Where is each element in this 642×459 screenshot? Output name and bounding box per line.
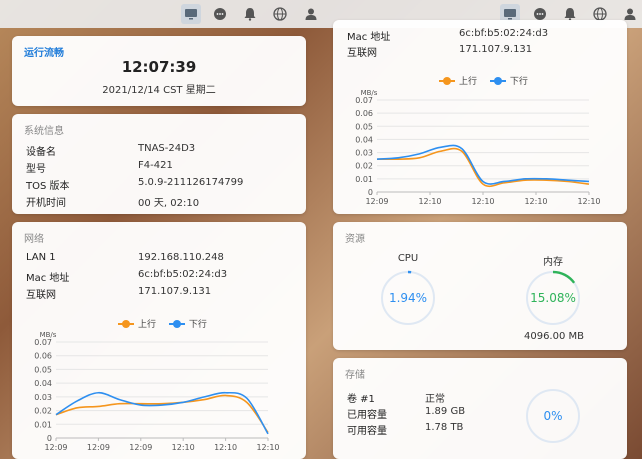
info-row: 设备名 TNAS-24D3: [26, 143, 296, 159]
info-value: 00 天, 02:10: [138, 198, 200, 209]
runtime-card: 运行流畅 12:07:39 2021/12/14 CST 星期二: [12, 36, 306, 106]
info-row: Mac 地址 6c:bf:b5:02:24:d3: [347, 28, 617, 44]
info-key: LAN 1: [26, 252, 56, 263]
storage-usage-value: 0%: [543, 409, 563, 423]
info-value: 5.0.9-211126174799: [138, 177, 244, 188]
x-tick-label: 12:10: [214, 443, 237, 452]
y-tick-label: 0.05: [355, 122, 373, 131]
legend-down-swatch: [168, 319, 185, 328]
info-key: 开机时间: [26, 198, 66, 209]
bell-icon[interactable]: [240, 4, 260, 24]
clock-time: 12:07:39: [121, 58, 197, 76]
info-value: 正常: [425, 394, 445, 405]
info-row: 已用容量 1.89 GB: [347, 406, 497, 422]
user-icon[interactable]: [301, 4, 321, 24]
y-tick-label: 0.01: [355, 175, 373, 184]
network-traffic-chart: MB/s00.010.020.030.040.050.060.0712:09 12…: [34, 331, 279, 452]
memory-label: 内存: [543, 257, 563, 268]
legend-up-swatch: [439, 76, 455, 85]
info-key: 卷 #1: [347, 394, 375, 405]
info-value: 171.107.9.131: [138, 286, 212, 297]
clock-date: 2021/12/14 CST 星期二: [102, 85, 216, 96]
network-card: 网络 LAN 1 192.168.110.248 Mac 地址 6c:bf:b5:0…: [12, 222, 306, 459]
cpu-value: 1.94%: [388, 291, 428, 305]
y-tick-label: 0.03: [34, 393, 52, 402]
x-tick-label: 12:10: [471, 197, 494, 206]
y-tick-label: 0: [47, 434, 52, 443]
legend-up-swatch: [118, 319, 134, 328]
y-tick-label: 0.06: [34, 352, 52, 361]
info-row: 可用容量 1.78 TB: [347, 422, 497, 438]
y-tick-label: 0.02: [355, 162, 373, 171]
info-row: 互联网 171.107.9.131: [26, 286, 296, 302]
y-tick-label: 0.02: [34, 407, 52, 416]
info-row: 卷 #1 正常: [347, 390, 497, 406]
info-value: 1.78 TB: [425, 422, 464, 433]
x-tick-label: 12:10: [524, 197, 547, 206]
x-tick-label: 12:09: [87, 443, 110, 452]
info-key: 已用容量: [347, 410, 387, 421]
info-key: 互联网: [347, 48, 377, 59]
info-value: TNAS-24D3: [138, 143, 196, 154]
cpu-label: CPU: [397, 253, 419, 264]
info-key: 可用容量: [347, 426, 387, 437]
y-tick-label: 0: [368, 188, 373, 197]
globe-icon[interactable]: [270, 4, 290, 24]
y-tick-label: 0.01: [34, 420, 52, 429]
y-tick-label: 0.04: [34, 379, 52, 388]
network-traffic-chart-right: MB/s00.010.020.030.040.050.060.0712:09 12…: [355, 89, 600, 206]
y-tick-label: 0.06: [355, 109, 373, 118]
x-tick-label: 12:10: [577, 197, 600, 206]
storage-title: 存储: [345, 370, 365, 381]
info-value: 1.89 GB: [425, 406, 466, 417]
y-tick-label: 0.07: [34, 338, 52, 347]
info-key: TOS 版本: [26, 181, 70, 192]
network-card-right: Mac 地址 6c:bf:b5:02:24:d3 互联网 171.107.9.131…: [333, 20, 627, 214]
x-tick-label: 12:09: [44, 443, 67, 452]
legend-down-swatch: [489, 76, 506, 85]
x-tick-label: 12:09: [129, 443, 152, 452]
info-value: 6c:bf:b5:02:24:d3: [459, 28, 549, 39]
info-value: 6c:bf:b5:02:24:d3: [138, 269, 228, 280]
x-tick-label: 12:10: [256, 443, 279, 452]
system-info-card: 系统信息 设备名 TNAS-24D3 型号 F4-421 TOS 版本 5.0.9-2…: [12, 114, 306, 214]
resources-title: 资源: [345, 234, 365, 245]
x-tick-label: 12:09: [365, 197, 388, 206]
memory-value: 15.08%: [530, 291, 576, 305]
info-value: F4-421: [138, 160, 173, 171]
info-key: Mac 地址: [347, 32, 391, 43]
info-row: 型号 F4-421: [26, 160, 296, 176]
resources-card: 资源 CPU 1.94% 内存 15.08% 4096.00 MB: [333, 222, 627, 350]
storage-card: 存储 卷 #1 正常 已用容量 1.89 GB 可用容量 1.78 TB 0%: [333, 358, 627, 459]
info-row: TOS 版本 5.0.9-211126174799: [26, 177, 296, 193]
y-tick-label: 0.03: [355, 149, 373, 158]
info-value: 171.107.9.131: [459, 44, 533, 55]
y-tick-label: 0.05: [34, 365, 52, 374]
network-title: 网络: [24, 234, 44, 245]
info-key: Mac 地址: [26, 273, 70, 284]
series-line-download: [376, 144, 590, 185]
info-key: 型号: [26, 164, 46, 175]
info-key: 互联网: [26, 290, 56, 301]
y-tick-label: 0.04: [355, 135, 373, 144]
series-line-download: [55, 391, 269, 435]
x-tick-label: 12:10: [418, 197, 441, 206]
info-row: 互联网 171.107.9.131: [347, 44, 617, 60]
x-tick-label: 12:10: [172, 443, 195, 452]
memory-total: 4096.00 MB: [523, 331, 585, 342]
info-key: 设备名: [26, 147, 56, 158]
chat-icon[interactable]: [210, 4, 230, 24]
info-row: 开机时间 00 天, 02:10: [26, 194, 296, 210]
info-row: LAN 1 192.168.110.248: [26, 252, 296, 268]
monitor-icon[interactable]: [181, 4, 201, 24]
info-row: Mac 地址 6c:bf:b5:02:24:d3: [26, 269, 296, 285]
system-info-title: 系统信息: [24, 126, 64, 137]
y-tick-label: 0.07: [355, 96, 373, 105]
info-value: 192.168.110.248: [138, 252, 224, 263]
series-line-upload: [55, 394, 269, 433]
runtime-status: 运行流畅: [24, 48, 64, 59]
